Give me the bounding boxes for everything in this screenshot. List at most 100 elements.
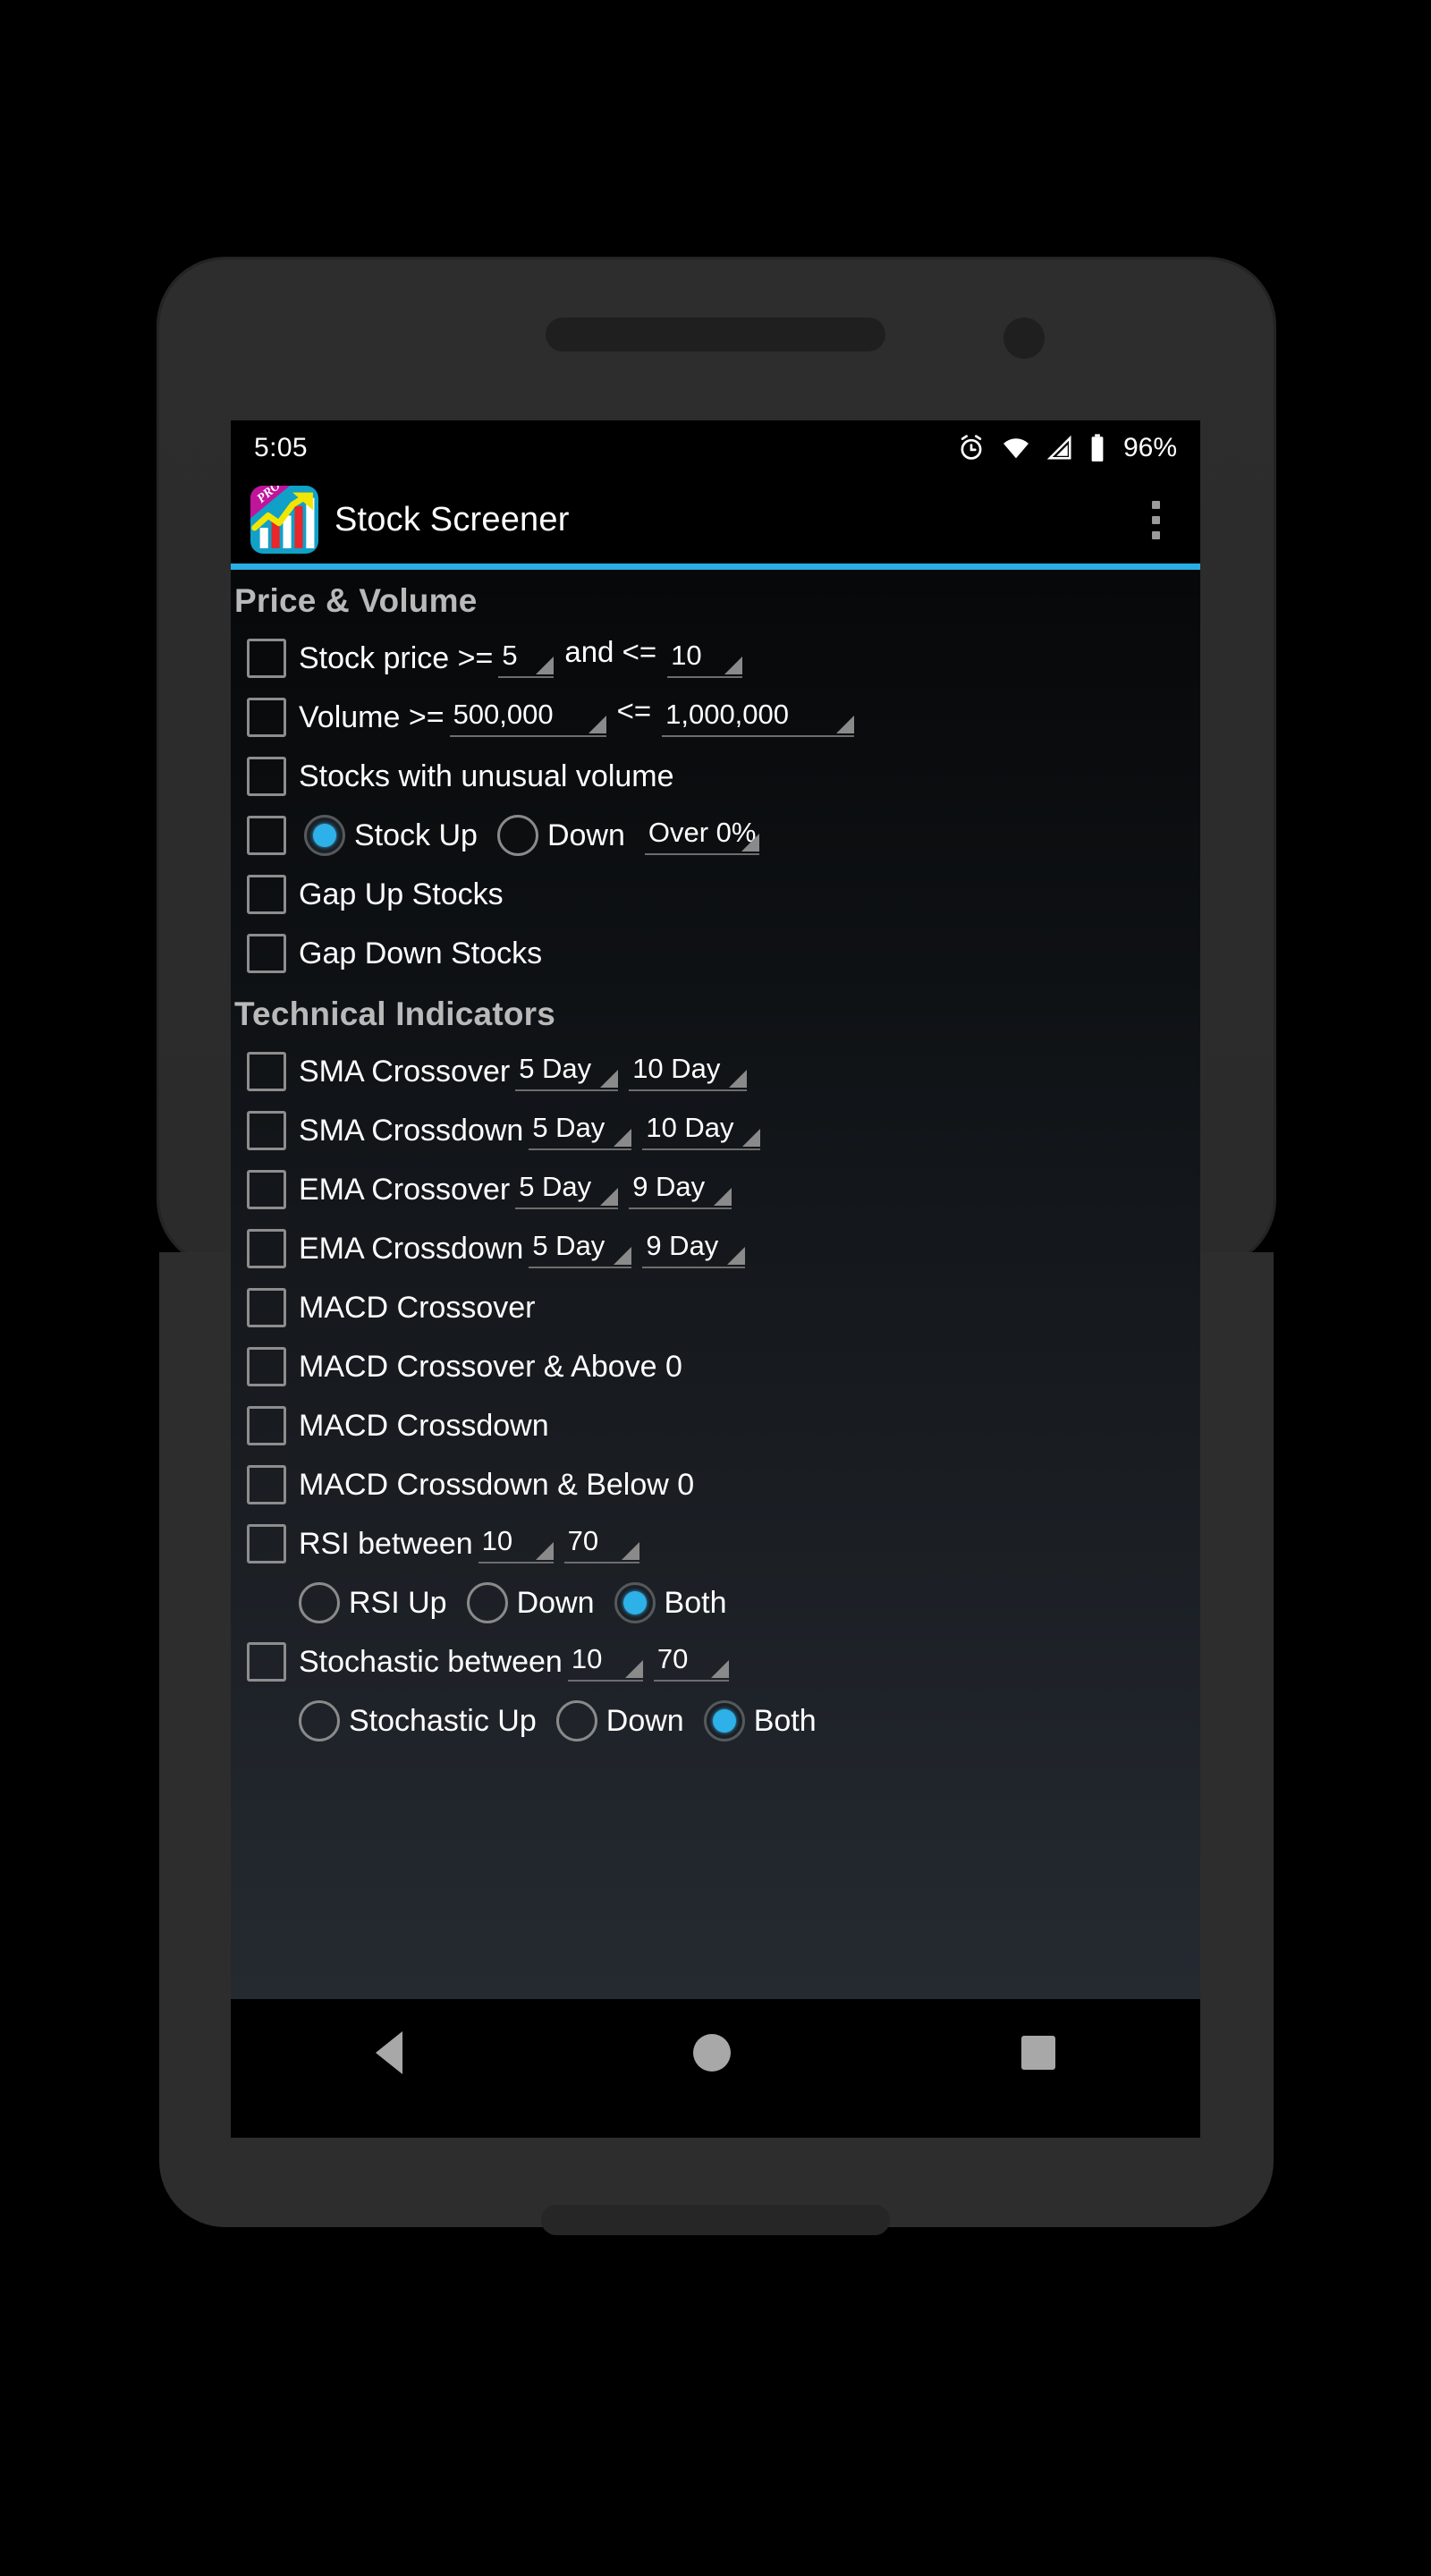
spinner-sma-crossover-2[interactable]: 10 Day xyxy=(629,1053,748,1091)
option-label-unusual-volume: Stocks with unusual volume xyxy=(299,758,674,793)
wifi-icon xyxy=(1001,434,1031,462)
radio-stock-direction-1[interactable] xyxy=(496,815,538,856)
spinner-stock-price-2[interactable]: 10 xyxy=(667,640,743,678)
checkbox-sma-crossdown[interactable] xyxy=(247,1111,286,1150)
radio-rsi-direction-2[interactable] xyxy=(614,1582,656,1623)
checkbox-stochastic-between[interactable] xyxy=(247,1642,286,1682)
spinner-rsi-between-2[interactable]: 70 xyxy=(563,1525,639,1563)
checkbox-stock-price[interactable] xyxy=(247,639,286,678)
spinner-sma-crossdown-1[interactable]: 5 Day xyxy=(529,1112,632,1150)
home-button-icon[interactable] xyxy=(692,2034,731,2072)
checkbox-stock-direction[interactable] xyxy=(247,816,286,855)
spinner-rsi-between-1[interactable]: 10 xyxy=(478,1525,554,1563)
option-row-rsi-between[interactable]: RSI between 10 70 xyxy=(231,1514,1200,1573)
back-button-icon[interactable] xyxy=(376,2031,403,2074)
radio-stochastic-direction-2[interactable] xyxy=(703,1700,745,1741)
radio-stochastic-direction-1[interactable] xyxy=(555,1700,597,1741)
chevron-down-icon xyxy=(535,1541,554,1560)
screener-options-list[interactable]: Price & Volume Stock price >= 5 and <= 10 Vol… xyxy=(231,570,1200,1999)
radio-label-stochastic-direction-2: Both xyxy=(753,1703,817,1738)
radio-label-stochastic-direction-1: Down xyxy=(605,1703,684,1738)
checkbox-unusual-volume[interactable] xyxy=(247,757,286,796)
option-label-sma-crossover: SMA Crossover xyxy=(299,1054,511,1089)
checkbox-ema-crossdown[interactable] xyxy=(247,1229,286,1268)
spinner-volume-1[interactable]: 500,000 xyxy=(449,698,606,737)
spinner-stochastic-between-2[interactable]: 70 xyxy=(653,1643,729,1682)
spinner-stock-direction-1[interactable]: Over 0% xyxy=(644,817,759,855)
overflow-menu-icon[interactable] xyxy=(1130,486,1181,554)
option-row-stochastic-direction[interactable]: Stochastic Up Down Both xyxy=(231,1691,1200,1750)
spinner-value: 500,000 xyxy=(453,698,554,730)
spinner-ema-crossdown-1[interactable]: 5 Day xyxy=(529,1230,632,1268)
option-label-ema-crossdown: EMA Crossdown xyxy=(299,1231,524,1266)
checkbox-macd-crossover[interactable] xyxy=(247,1288,286,1327)
radio-stock-direction-0[interactable] xyxy=(304,815,345,856)
checkbox-gap-down[interactable] xyxy=(247,934,286,973)
chevron-down-icon xyxy=(710,1659,729,1678)
section-header-price-volume: Price & Volume xyxy=(234,582,478,619)
spinner-underline xyxy=(498,656,555,678)
section-header-technical-indicators: Technical Indicators xyxy=(234,996,556,1032)
spinner-ema-crossover-2[interactable]: 9 Day xyxy=(629,1171,732,1209)
spinner-underline xyxy=(529,1128,632,1150)
spinner-underline xyxy=(567,1659,643,1682)
spinner-volume-2[interactable]: 1,000,000 xyxy=(662,699,855,737)
chevron-down-icon xyxy=(588,715,606,733)
radio-stochastic-direction-0[interactable] xyxy=(299,1700,340,1741)
option-row-ema-crossover[interactable]: EMA Crossover 5 Day 9 Day xyxy=(231,1160,1200,1219)
option-label-gap-up: Gap Up Stocks xyxy=(299,877,504,911)
option-label-macd-crossdown-below-0: MACD Crossdown & Below 0 xyxy=(299,1467,695,1502)
overflow-dot xyxy=(1151,515,1160,524)
app-logo-icon: PRO xyxy=(250,486,318,554)
chevron-down-icon xyxy=(836,715,855,733)
app-title: Stock Screener xyxy=(334,500,570,538)
option-row-sma-crossover[interactable]: SMA Crossover 5 Day 10 Day xyxy=(231,1042,1200,1101)
spinner-ema-crossover-1[interactable]: 5 Day xyxy=(515,1171,619,1209)
checkbox-macd-crossdown-below-0[interactable] xyxy=(247,1465,286,1504)
option-row-rsi-direction[interactable]: RSI Up Down Both xyxy=(231,1573,1200,1632)
option-row-gap-up[interactable]: Gap Up Stocks xyxy=(231,865,1200,924)
option-row-gap-down[interactable]: Gap Down Stocks xyxy=(231,924,1200,983)
option-row-macd-crossover[interactable]: MACD Crossover xyxy=(231,1278,1200,1337)
radio-rsi-direction-1[interactable] xyxy=(466,1582,508,1623)
radio-rsi-direction-0[interactable] xyxy=(299,1582,340,1623)
option-row-stochastic-between[interactable]: Stochastic between 10 70 xyxy=(231,1632,1200,1691)
chevron-down-icon xyxy=(729,1069,748,1088)
checkbox-ema-crossover[interactable] xyxy=(247,1170,286,1209)
option-row-unusual-volume[interactable]: Stocks with unusual volume xyxy=(231,747,1200,806)
phone-bottom-speaker xyxy=(541,2205,890,2235)
option-row-ema-crossdown[interactable]: EMA Crossdown 5 Day 9 Day xyxy=(231,1219,1200,1278)
spinner-stock-price-1[interactable]: 5 xyxy=(498,640,555,678)
radio-label-stochastic-direction-0: Stochastic Up xyxy=(349,1703,537,1738)
checkbox-gap-up[interactable] xyxy=(247,875,286,914)
option-row-sma-crossdown[interactable]: SMA Crossdown 5 Day 10 Day xyxy=(231,1101,1200,1160)
option-label-ema-crossover: EMA Crossover xyxy=(299,1172,511,1207)
checkbox-sma-crossover[interactable] xyxy=(247,1052,286,1091)
chevron-down-icon xyxy=(614,1128,632,1147)
battery-percent-label: 96% xyxy=(1122,433,1177,462)
cell-signal-icon xyxy=(1046,434,1073,462)
spinner-underline xyxy=(515,1187,619,1209)
option-row-macd-crossdown[interactable]: MACD Crossdown xyxy=(231,1396,1200,1455)
spinner-stochastic-between-1[interactable]: 10 xyxy=(567,1643,643,1682)
radio-label-rsi-direction-0: RSI Up xyxy=(349,1585,447,1620)
checkbox-volume[interactable] xyxy=(247,698,286,737)
option-row-stock-direction[interactable]: Stock Up Down Over 0% xyxy=(231,806,1200,865)
spinner-sma-crossover-1[interactable]: 5 Day xyxy=(515,1053,619,1091)
option-row-macd-crossover-above-0[interactable]: MACD Crossover & Above 0 xyxy=(231,1337,1200,1396)
spinner-ema-crossdown-2[interactable]: 9 Day xyxy=(642,1230,746,1268)
option-row-stock-price[interactable]: Stock price >= 5 and <= 10 xyxy=(231,629,1200,688)
option-row-macd-crossdown-below-0[interactable]: MACD Crossdown & Below 0 xyxy=(231,1455,1200,1514)
option-label-gap-down: Gap Down Stocks xyxy=(299,936,543,970)
spinner-sma-crossdown-2[interactable]: 10 Day xyxy=(642,1112,761,1150)
checkbox-macd-crossdown[interactable] xyxy=(247,1406,286,1445)
checkbox-macd-crossover-above-0[interactable] xyxy=(247,1347,286,1386)
android-nav-bar xyxy=(231,1999,1200,2106)
chevron-down-icon xyxy=(621,1541,639,1560)
spinner-underline xyxy=(563,1541,639,1563)
option-row-volume[interactable]: Volume >= 500,000 <= 1,000,000 xyxy=(231,688,1200,747)
checkbox-rsi-between[interactable] xyxy=(247,1524,286,1563)
recents-button-icon[interactable] xyxy=(1020,2036,1055,2070)
spinner-underline xyxy=(529,1246,632,1268)
option-label-macd-crossover-above-0: MACD Crossover & Above 0 xyxy=(299,1349,682,1384)
